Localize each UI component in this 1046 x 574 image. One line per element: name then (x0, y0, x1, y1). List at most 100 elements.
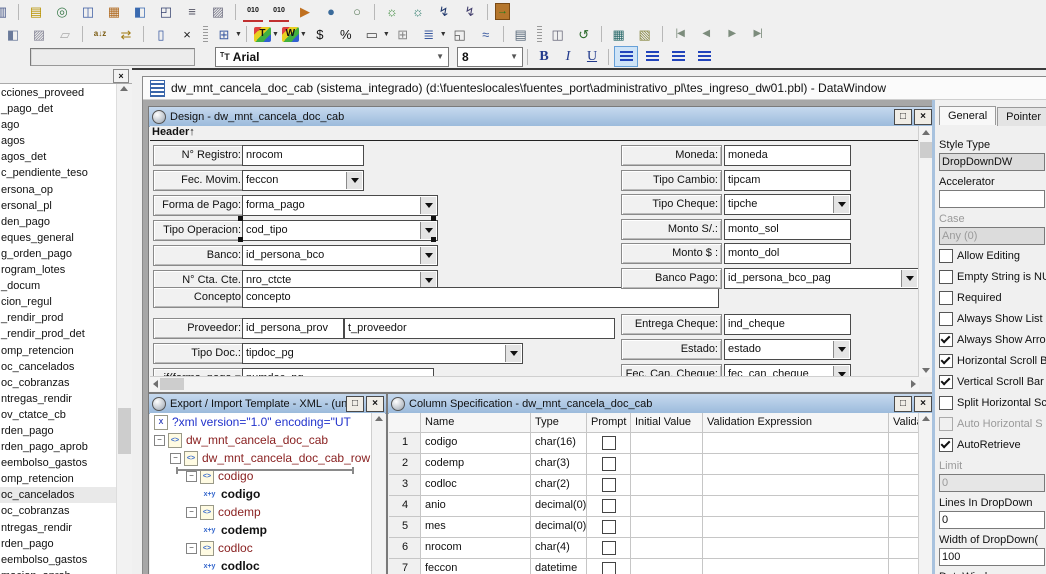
collapse-icon[interactable]: − (170, 453, 181, 464)
field-tipche[interactable]: tipche (724, 194, 851, 215)
copy-data-icon[interactable]: ◫ (548, 25, 568, 43)
table-row[interactable]: 2codempchar(3) (389, 454, 919, 475)
edit-source-2-icon[interactable]: 010 (269, 1, 289, 22)
last-row-icon[interactable]: ▶| (748, 25, 768, 43)
table-cell[interactable]: nrocom (421, 538, 531, 558)
list-item[interactable]: g_orden_pago (0, 246, 116, 262)
list-item[interactable]: ersonal_pl (0, 198, 116, 214)
table-row[interactable]: 3codlocchar(2) (389, 475, 919, 496)
checkbox-split-horizontal-sc[interactable]: Split Horizontal Sc (939, 392, 1046, 413)
dropdown-caret-icon[interactable]: ▼ (440, 31, 447, 38)
checkbox-always-show-list[interactable]: Always Show List (939, 308, 1046, 329)
list-item[interactable]: oc_cobranzas (0, 503, 116, 519)
table-cell[interactable] (631, 454, 703, 474)
scroll-down-icon[interactable] (922, 368, 930, 373)
align-justify-button[interactable] (692, 46, 716, 67)
prior-row-icon[interactable]: ◀ (696, 25, 716, 43)
list-item[interactable]: den_pago (0, 214, 116, 230)
field-label[interactable]: Monto $ : (621, 243, 722, 264)
font-name-select[interactable]: T Arial ▼ (215, 47, 449, 67)
design-vertical-scrollbar[interactable] (918, 126, 932, 377)
database-icon[interactable]: ≡ (182, 3, 202, 21)
field-label[interactable]: N° Registro: (153, 145, 245, 166)
first-row-icon[interactable]: |◀ (670, 25, 690, 43)
list-item[interactable]: cciones_proveed (0, 85, 116, 101)
tree-node[interactable]: −<>dw_mnt_cancela_doc_cab (150, 431, 372, 449)
close-icon[interactable]: × (113, 69, 129, 83)
export-title-bar[interactable]: Export / Import Template - XML - (unti □… (149, 394, 386, 414)
dropdown-caret-icon[interactable]: ▼ (300, 31, 307, 38)
table-row[interactable]: 6nrocomchar(4) (389, 538, 919, 559)
close-button[interactable]: × (914, 109, 932, 125)
design-canvas[interactable]: Header↑ N° Registro:nrocomFec. Movim.fec… (150, 126, 919, 377)
align-center-button[interactable] (640, 46, 664, 67)
table-cell[interactable] (703, 517, 889, 537)
selection-handle[interactable] (431, 237, 436, 242)
prompt-cell[interactable] (587, 475, 631, 495)
list-item[interactable]: agos_det (0, 149, 116, 165)
prompt-cell[interactable] (587, 559, 631, 574)
field-tipcam[interactable]: tipcam (724, 170, 851, 191)
field-label[interactable]: Monto S/.: (621, 219, 722, 240)
limit-input[interactable]: 0 (939, 474, 1045, 492)
list-item[interactable]: ersona_op (0, 182, 116, 198)
db-extract-icon[interactable]: ○ (347, 3, 367, 21)
clear-icon[interactable]: ▱ (55, 25, 75, 43)
design-horizontal-scrollbar[interactable] (150, 376, 919, 391)
preview-report-icon[interactable]: ◎ (52, 3, 72, 21)
table-cell[interactable] (631, 496, 703, 516)
run-icon[interactable]: ↯ (434, 3, 454, 21)
list-item[interactable]: oc_cancelados (0, 487, 116, 503)
field-label[interactable]: Fec. Movim. (153, 170, 245, 191)
checkbox-auto-horizontal-s[interactable]: Auto Horizontal S (939, 413, 1046, 434)
selection-handle[interactable] (431, 216, 436, 221)
field-estado[interactable]: estado (724, 339, 851, 360)
design-title-bar[interactable]: Design - dw_mnt_cancela_doc_cab □ × (149, 107, 932, 127)
collapse-icon[interactable]: − (186, 507, 197, 518)
field-forma_pago[interactable]: forma_pago (242, 195, 438, 216)
table-cell[interactable]: datetime (531, 559, 587, 574)
table-cell[interactable]: char(4) (531, 538, 587, 558)
field-cod_tipo[interactable]: cod_tipo (242, 220, 438, 241)
table-cell[interactable] (703, 496, 889, 516)
next-row-icon[interactable]: ▶ (722, 25, 742, 43)
border-icon[interactable]: ▭ (362, 25, 382, 43)
db-profile-icon[interactable]: ● (321, 3, 341, 21)
list-item[interactable]: cion_regul (0, 294, 116, 310)
list-item[interactable]: rden_pago (0, 423, 116, 439)
scroll-up-icon[interactable] (922, 416, 930, 421)
exit-icon[interactable]: → (495, 3, 510, 20)
tree-node[interactable]: −<>dw_mnt_cancela_doc_cab_row (150, 449, 372, 467)
style-type-select[interactable]: DropDownDW (939, 153, 1045, 171)
collapse-icon[interactable]: − (186, 543, 197, 554)
field-label[interactable]: Tipo Cheque: (621, 194, 722, 215)
table-row[interactable]: 5mesdecimal(0) (389, 517, 919, 538)
tab-general[interactable]: General (939, 106, 996, 125)
refresh-icon[interactable]: ↺ (574, 25, 594, 43)
list-item[interactable]: _pago_det (0, 101, 116, 117)
dropdown-button[interactable] (505, 345, 521, 362)
spacing-icon[interactable]: ≈ (476, 25, 496, 43)
table-cell[interactable]: feccon (421, 559, 531, 574)
checkbox-horizontal-scroll-b[interactable]: Horizontal Scroll B (939, 350, 1046, 371)
list-item[interactable]: rden_pago (0, 536, 116, 552)
field-monto_sol[interactable]: monto_sol (724, 219, 851, 240)
field-nrocom[interactable]: nrocom (242, 145, 364, 166)
table-cell[interactable] (889, 475, 919, 495)
table-row[interactable]: 7feccondatetime (389, 559, 919, 574)
table-cell[interactable] (703, 559, 889, 574)
align-left-button[interactable] (614, 46, 638, 67)
dropdown-button[interactable] (833, 196, 849, 213)
new-object-icon[interactable]: ▤ (26, 3, 46, 21)
table-cell[interactable]: codloc (421, 475, 531, 495)
underline-button[interactable]: U (582, 48, 602, 66)
sliding-icon[interactable]: ≣ (419, 25, 439, 43)
data-pipeline-icon[interactable]: ▶ (295, 3, 315, 21)
close-button[interactable]: × (366, 396, 384, 412)
tree-node[interactable]: −<>codloc (150, 539, 372, 557)
list-item[interactable]: ago (0, 117, 116, 133)
retrieve-icon[interactable]: ▦ (609, 25, 629, 43)
list-item[interactable]: omp_retencion (0, 343, 116, 359)
foreground-color-icon[interactable]: T (254, 27, 271, 42)
table-cell[interactable] (631, 559, 703, 574)
